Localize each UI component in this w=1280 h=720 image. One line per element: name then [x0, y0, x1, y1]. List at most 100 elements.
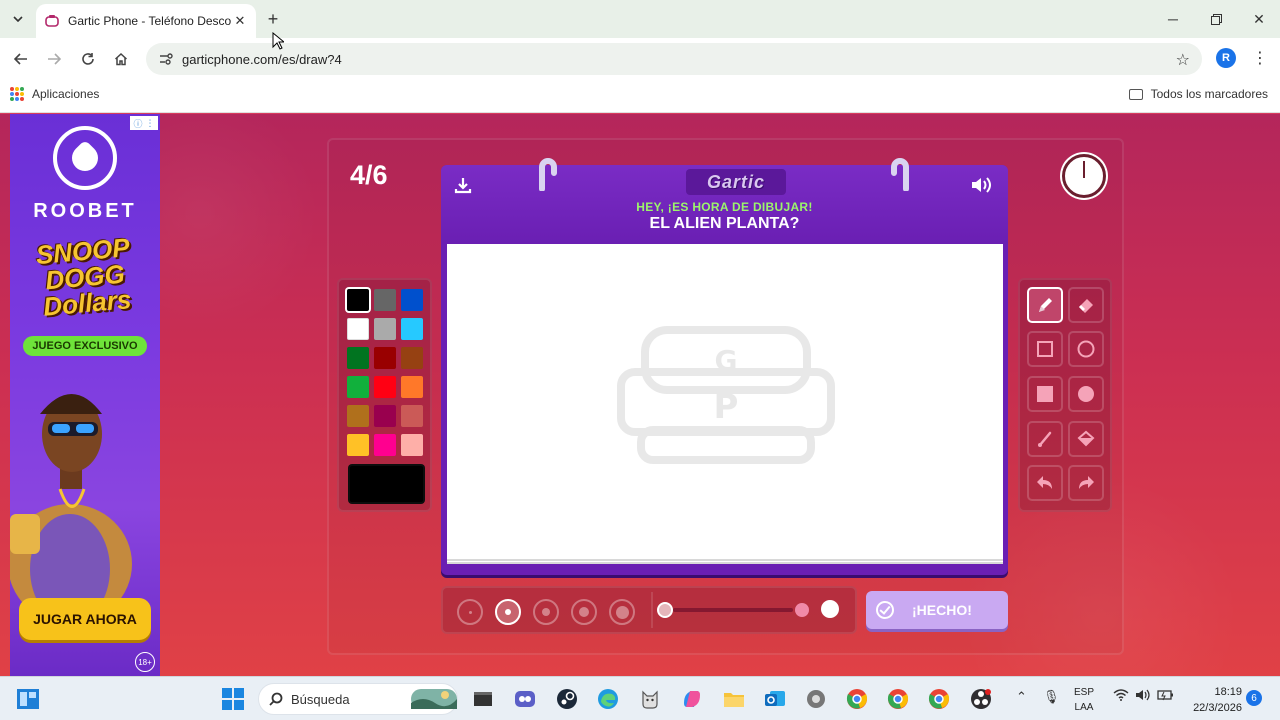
- input-language[interactable]: ESP LAA: [1074, 685, 1094, 715]
- cat-app-icon[interactable]: [636, 685, 664, 713]
- outlook-app-icon[interactable]: [761, 685, 789, 713]
- clock-time: 18:19: [1214, 686, 1242, 698]
- url-text[interactable]: garticphone.com/es/draw?4: [182, 52, 342, 67]
- brush-size-3[interactable]: [533, 599, 559, 625]
- color-swatch[interactable]: [374, 434, 396, 456]
- prompt-heading: HEY, ¡ES HORA DE DIBUJAR!: [636, 200, 813, 214]
- steam-app-icon[interactable]: [553, 685, 581, 713]
- chrome-app-icon[interactable]: [884, 685, 912, 713]
- color-swatch[interactable]: [401, 347, 423, 369]
- microphone-icon[interactable]: 🎙: [1043, 689, 1060, 705]
- address-bar[interactable]: garticphone.com/es/draw?4 ☆: [146, 43, 1202, 75]
- download-icon[interactable]: [451, 173, 475, 197]
- restore-button[interactable]: [1198, 6, 1234, 32]
- color-swatch[interactable]: [401, 434, 423, 456]
- pencil-tool-button[interactable]: [1027, 287, 1063, 323]
- color-swatch[interactable]: [374, 289, 396, 311]
- color-swatch[interactable]: [374, 347, 396, 369]
- done-button[interactable]: ¡HECHO!: [866, 591, 1008, 629]
- svg-text:G: G: [715, 344, 738, 377]
- brush-size-2[interactable]: [495, 599, 521, 625]
- teams-app-icon[interactable]: [511, 685, 539, 713]
- prompt-text: EL ALIEN PLANTA?: [649, 215, 800, 232]
- color-swatch[interactable]: [374, 376, 396, 398]
- roobet-logo-icon: [53, 126, 117, 190]
- fill-bucket-tool-button[interactable]: [1068, 421, 1104, 457]
- filled-rectangle-tool-button[interactable]: [1027, 376, 1063, 412]
- active-tab[interactable]: Gartic Phone - Teléfono Descon ✕: [36, 4, 256, 38]
- eraser-tool-button[interactable]: [1068, 287, 1104, 323]
- edge-app-icon[interactable]: [594, 685, 622, 713]
- system-clock[interactable]: 18:19 22/3/2026: [1184, 684, 1242, 716]
- timer-icon: [1062, 154, 1106, 198]
- color-swatch[interactable]: [401, 405, 423, 427]
- color-swatch[interactable]: [374, 318, 396, 340]
- all-bookmarks-button[interactable]: Todos los marcadores: [1128, 87, 1268, 101]
- chevron-down-icon: [13, 16, 23, 22]
- color-swatch[interactable]: [347, 376, 369, 398]
- volume-icon[interactable]: [1135, 689, 1151, 704]
- brush-size-4[interactable]: [571, 599, 597, 625]
- color-swatch[interactable]: [347, 405, 369, 427]
- brush-size-1[interactable]: [457, 599, 483, 625]
- notification-badge[interactable]: 6: [1246, 690, 1262, 706]
- ring-binder-icon: [891, 158, 909, 191]
- profile-avatar[interactable]: R: [1216, 48, 1236, 68]
- chrome-profile-app-icon[interactable]: [843, 685, 871, 713]
- battery-icon[interactable]: [1157, 689, 1175, 704]
- opacity-handle[interactable]: [795, 603, 809, 617]
- reload-button[interactable]: [75, 46, 101, 72]
- terminal-app-icon[interactable]: [469, 685, 497, 713]
- home-button[interactable]: [108, 46, 134, 72]
- more-menu-icon[interactable]: ⋮: [1250, 46, 1270, 70]
- undo-button[interactable]: [1027, 465, 1063, 501]
- back-button[interactable]: [8, 46, 34, 72]
- color-swatch[interactable]: [347, 347, 369, 369]
- minimize-button[interactable]: ─: [1155, 6, 1191, 32]
- file-explorer-icon[interactable]: [720, 685, 748, 713]
- windows-start-icon[interactable]: [219, 685, 247, 713]
- bookmark-star-icon[interactable]: ☆: [1176, 50, 1190, 70]
- page-content: ⓘ ⋮ ROOBET SNOOP DOGG Dollars JUEGO EXCLU…: [0, 114, 1280, 676]
- copilot-app-icon[interactable]: [678, 685, 706, 713]
- tab-title: Gartic Phone - Teléfono Descon: [68, 14, 232, 28]
- tab-search-button[interactable]: [6, 7, 30, 31]
- rectangle-tool-button[interactable]: [1027, 331, 1063, 367]
- sound-icon[interactable]: [969, 173, 995, 197]
- ellipse-tool-button[interactable]: [1068, 331, 1104, 367]
- advertisement-banner[interactable]: ⓘ ⋮ ROOBET SNOOP DOGG Dollars JUEGO EXCLU…: [10, 114, 160, 676]
- mouse-cursor-icon: [272, 32, 284, 50]
- color-swatch[interactable]: [347, 434, 369, 456]
- wifi-icon[interactable]: [1113, 689, 1129, 704]
- pencil-icon: [1039, 298, 1052, 312]
- forward-button[interactable]: [41, 46, 67, 72]
- redo-button[interactable]: [1068, 465, 1104, 501]
- color-swatch[interactable]: [347, 289, 369, 311]
- site-settings-icon[interactable]: [156, 49, 176, 69]
- settings-app-icon[interactable]: [802, 685, 830, 713]
- color-swatch[interactable]: [401, 318, 423, 340]
- chevron-up-icon[interactable]: ⌃: [1016, 689, 1027, 705]
- drawing-canvas[interactable]: G P: [447, 244, 1003, 564]
- search-highlight-icon[interactable]: [410, 685, 458, 713]
- color-swatch[interactable]: [401, 376, 423, 398]
- widgets-icon[interactable]: [14, 685, 42, 713]
- color-swatch[interactable]: [374, 405, 396, 427]
- close-window-button[interactable]: ✕: [1241, 6, 1277, 32]
- ad-character-illustration: [10, 394, 132, 604]
- opacity-track[interactable]: [673, 608, 793, 612]
- opacity-slider[interactable]: [651, 592, 853, 628]
- apps-bookmark[interactable]: Aplicaciones: [10, 87, 99, 101]
- new-tab-button[interactable]: +: [262, 8, 284, 30]
- brush-size-5[interactable]: [609, 599, 635, 625]
- filled-ellipse-tool-button[interactable]: [1068, 376, 1104, 412]
- chrome-secondary-app-icon[interactable]: [925, 685, 953, 713]
- color-swatch[interactable]: [347, 318, 369, 340]
- close-tab-icon[interactable]: ✕: [232, 13, 248, 29]
- ad-choices-icon[interactable]: ⓘ ⋮: [130, 116, 158, 130]
- folder-icon: [1128, 88, 1143, 100]
- line-tool-button[interactable]: [1027, 421, 1063, 457]
- obs-app-icon[interactable]: [967, 685, 995, 713]
- ad-play-button[interactable]: JUGAR AHORA: [19, 598, 151, 640]
- color-swatch[interactable]: [401, 289, 423, 311]
